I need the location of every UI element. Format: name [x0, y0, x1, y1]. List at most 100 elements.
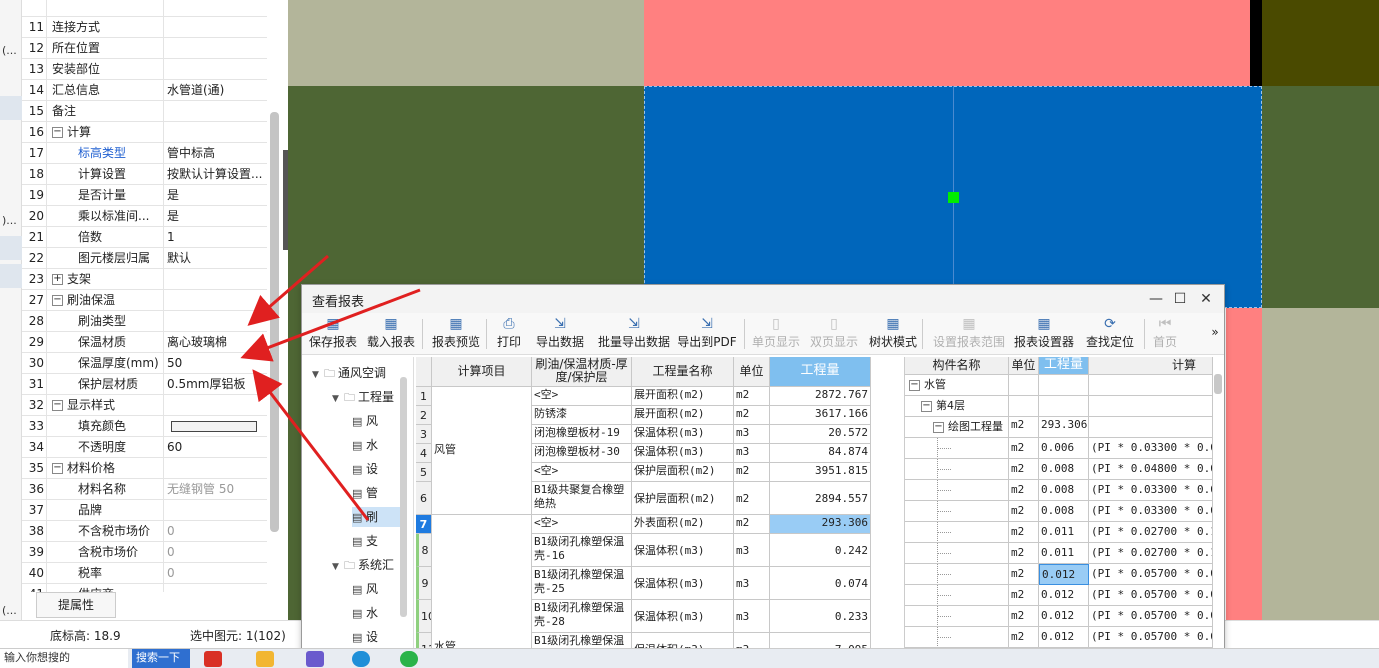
detail-row-formula[interactable]: (PI * 0.05700 * 0.06 — [1089, 606, 1213, 627]
property-row[interactable]: 15 备注 — [22, 101, 267, 122]
cell-material[interactable]: B1级闭孔橡塑保温壳-16 — [532, 534, 632, 567]
cell-material[interactable]: 闭泡橡塑板材-19 — [532, 425, 632, 444]
property-row[interactable]: 19 是否计量 是 — [22, 185, 267, 206]
cell-quantity-name[interactable]: 展开面积(m2) — [632, 387, 734, 406]
detail-row-formula[interactable]: (PI * 0.02700 * 0.13 — [1089, 543, 1213, 564]
tree-item[interactable]: ▤ 管 — [352, 483, 400, 503]
cell-unit[interactable]: m3 — [734, 534, 770, 567]
export-data-button[interactable]: ⇲ 导出数据 — [532, 315, 588, 353]
save-report-button[interactable]: ▦ 保存报表 — [308, 315, 358, 353]
detail-row-name[interactable] — [905, 606, 1009, 627]
expand-arrow-icon[interactable]: ▼ — [332, 389, 344, 409]
cell-unit[interactable]: m3 — [734, 600, 770, 633]
print-button[interactable]: ⎙ 打印 — [492, 315, 526, 353]
taskbar-search-input[interactable]: 输入你想搜的 — [0, 649, 128, 668]
cell-quantity[interactable]: 20.572 — [770, 425, 871, 444]
cell-unit[interactable]: m2 — [734, 387, 770, 406]
cell-quantity-name[interactable]: 保温体积(m3) — [632, 600, 734, 633]
property-value[interactable] — [165, 59, 267, 80]
tree-item[interactable]: ▼ 🗀 工程量 — [332, 387, 400, 407]
tree-mode-button[interactable]: ▦ 树状模式 — [868, 315, 918, 353]
detail-row-quantity[interactable]: 0.008 — [1039, 480, 1089, 501]
double-page-button[interactable]: ▯ 双页显示 — [808, 315, 860, 353]
tree-row-formula[interactable] — [1089, 375, 1213, 396]
extract-property-button[interactable]: 提属性 — [36, 592, 116, 618]
detail-row-unit[interactable]: m2 — [1009, 543, 1039, 564]
property-row[interactable]: 11 连接方式 — [22, 17, 267, 38]
property-row[interactable] — [22, 0, 267, 17]
row-number[interactable]: 10 — [416, 600, 432, 633]
property-value[interactable]: 无缝钢管 50 — [165, 479, 267, 500]
minimize-button[interactable]: — — [1144, 288, 1168, 310]
property-row[interactable]: 18 计算设置 按默认计算设置... — [22, 164, 267, 185]
detail-row-name[interactable] — [905, 627, 1009, 648]
detail-row-quantity[interactable]: 0.012 — [1039, 606, 1089, 627]
first-page-button[interactable]: ⏮ 首页 — [1150, 315, 1180, 353]
folder-icon[interactable] — [256, 651, 274, 667]
detail-row-unit[interactable]: m2 — [1009, 501, 1039, 522]
group-cell[interactable]: 风管 — [432, 387, 532, 515]
detail-row-unit[interactable]: m2 — [1009, 480, 1039, 501]
property-toggle-icon[interactable]: − — [52, 295, 63, 306]
cell-quantity-name[interactable]: 保护层面积(m2) — [632, 482, 734, 515]
property-value[interactable]: 0 — [165, 542, 267, 563]
report-range-button[interactable]: ▦ 设置报表范围 — [930, 315, 1008, 353]
tree-row-formula[interactable] — [1089, 396, 1213, 417]
header-unit[interactable]: 单位 — [1009, 357, 1039, 375]
cell-quantity-name[interactable]: 保温体积(m3) — [632, 567, 734, 600]
property-row[interactable]: 33 填充颜色 — [22, 416, 267, 437]
property-row[interactable]: 38 不含税市场价 0 — [22, 521, 267, 542]
tree-row-quantity[interactable] — [1039, 375, 1089, 396]
cell-unit[interactable]: m2 — [734, 515, 770, 534]
detail-scrollbar[interactable] — [1214, 374, 1222, 394]
tree-row-name[interactable]: − 水管 — [905, 375, 1009, 396]
detail-row-name[interactable] — [905, 501, 1009, 522]
detail-row-unit[interactable]: m2 — [1009, 585, 1039, 606]
detail-row-name[interactable] — [905, 585, 1009, 606]
detail-row-name[interactable] — [905, 543, 1009, 564]
header-calc-item[interactable]: 计算项目 — [432, 357, 532, 387]
tree-item[interactable]: ▤ 风 — [352, 579, 400, 599]
tree-item[interactable]: ▤ 设 — [352, 627, 400, 647]
property-value[interactable]: 60 — [165, 437, 267, 458]
cell-quantity-name[interactable]: 保温体积(m3) — [632, 444, 734, 463]
property-value[interactable] — [165, 0, 267, 17]
detail-row-unit[interactable]: m2 — [1009, 606, 1039, 627]
property-row[interactable]: 21 倍数 1 — [22, 227, 267, 248]
property-value[interactable]: 按默认计算设置... — [165, 164, 267, 185]
property-value[interactable] — [165, 500, 267, 521]
detail-row-quantity[interactable]: 0.008 — [1039, 459, 1089, 480]
edge-icon[interactable] — [352, 651, 370, 667]
detail-row-unit[interactable]: m2 — [1009, 522, 1039, 543]
property-toggle-icon[interactable]: + — [52, 274, 63, 285]
detail-row-unit[interactable]: m2 — [1009, 564, 1039, 585]
property-row[interactable]: 39 含税市场价 0 — [22, 542, 267, 563]
taskbar-search-button[interactable]: 搜索一下 — [132, 649, 190, 668]
row-number[interactable]: 4 — [416, 444, 432, 463]
left-strip-item[interactable] — [0, 264, 22, 288]
property-value[interactable] — [165, 584, 267, 592]
property-row[interactable]: 16− 计算 — [22, 122, 267, 143]
row-number[interactable]: 2 — [416, 406, 432, 425]
detail-row-name[interactable] — [905, 480, 1009, 501]
tree-item[interactable]: ▤ 水 — [352, 603, 400, 623]
dialog-titlebar[interactable]: 查看报表 — ☐ ✕ — [302, 285, 1224, 313]
property-value[interactable]: 是 — [165, 206, 267, 227]
cell-material[interactable]: B1级闭孔橡塑保温壳-28 — [532, 600, 632, 633]
property-row[interactable]: 23 + 支架 — [22, 269, 267, 290]
tree-toggle-icon[interactable]: − — [909, 379, 920, 391]
cell-material[interactable]: B1级闭孔橡塑保温壳-25 — [532, 567, 632, 600]
find-locate-button[interactable]: ⟳ 查找定位 — [1082, 315, 1138, 353]
property-value[interactable]: 0 — [165, 521, 267, 542]
header-material[interactable]: 刷油/保温材质-厚度/保护层 — [532, 357, 632, 387]
cell-quantity[interactable]: 3617.166 — [770, 406, 871, 425]
property-row[interactable]: 28 刷油类型 — [22, 311, 267, 332]
tree-row-unit[interactable] — [1009, 396, 1039, 417]
property-row[interactable]: 17 标高类型 管中标高 — [22, 143, 267, 164]
header-formula[interactable]: 计算 — [1089, 357, 1213, 375]
detail-row-formula[interactable]: (PI * 0.03300 * 0.06 — [1089, 438, 1213, 459]
detail-row-quantity[interactable]: 0.008 — [1039, 501, 1089, 522]
cell-quantity[interactable]: 2872.767 — [770, 387, 871, 406]
tree-row-name[interactable]: − 绘图工程量 — [905, 417, 1009, 438]
property-row[interactable]: 20 乘以标准间... 是 — [22, 206, 267, 227]
